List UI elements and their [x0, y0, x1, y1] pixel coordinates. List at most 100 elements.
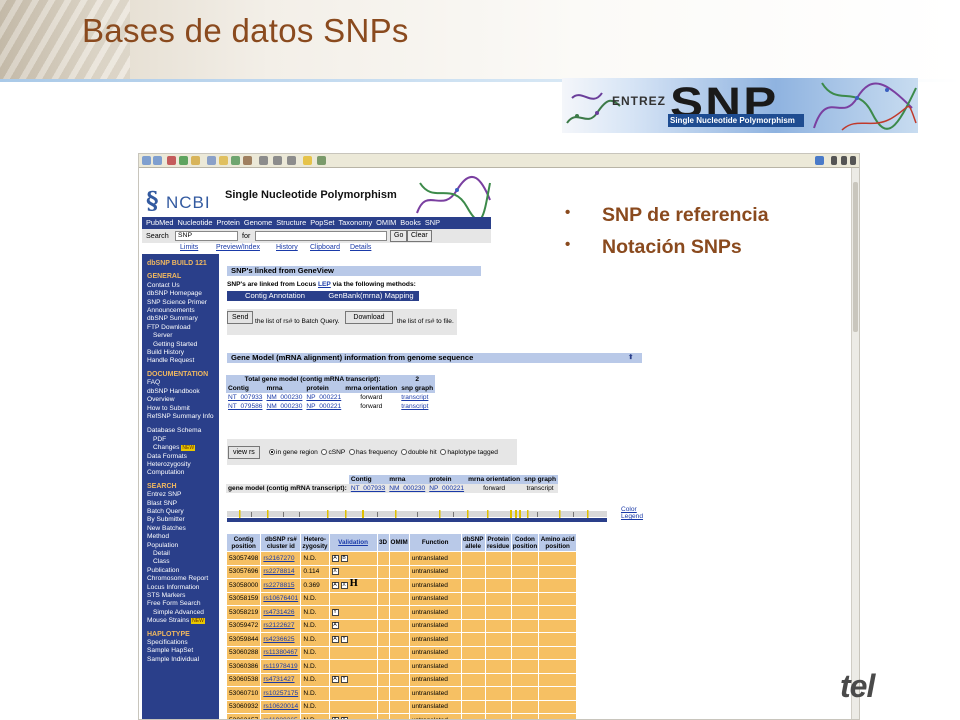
validation-icon[interactable]: X [340, 581, 348, 589]
radio-double-hit[interactable] [401, 449, 408, 456]
refresh-icon[interactable] [179, 156, 188, 165]
sidebar-item[interactable]: Handle Request [142, 357, 219, 365]
mrna-link[interactable]: NM_000230 [387, 484, 427, 493]
rs-link[interactable]: rs4236625 [260, 632, 302, 647]
validation-icon[interactable]: Y [331, 608, 339, 616]
sidebar-item[interactable]: Changes NEW [142, 444, 219, 452]
sidebar-item[interactable]: Blast SNP [142, 500, 219, 508]
folder-icon[interactable] [303, 156, 312, 165]
sidebar-item[interactable]: Mouse Strains NEW [142, 617, 219, 625]
radio-in-gene-region[interactable] [269, 449, 275, 456]
validation-icon[interactable]: A [331, 581, 339, 589]
sidebar-item[interactable]: Getting Started [142, 341, 219, 349]
view-rs-button[interactable]: view rs [228, 446, 260, 459]
validation-icon[interactable]: H [350, 579, 359, 589]
validation-icon[interactable]: A [331, 676, 339, 684]
protein-link[interactable]: NP_000221 [304, 393, 343, 402]
edit-icon[interactable] [287, 156, 296, 165]
sidebar-item[interactable]: Method [142, 533, 219, 541]
contig-link[interactable]: NT_007933 [226, 393, 264, 402]
up-arrow-icon[interactable]: ⬆ [628, 353, 634, 361]
rs-link[interactable]: rs10620014 [260, 699, 302, 714]
sidebar-item[interactable]: Database Schema [142, 427, 219, 435]
ncbi-logo[interactable]: § NCBI [140, 184, 220, 216]
validation-icon[interactable]: Y [340, 716, 348, 719]
back-icon[interactable] [142, 156, 151, 165]
sidebar-item[interactable]: Sample Individual [142, 656, 219, 664]
rs-link[interactable]: rs4731426 [260, 605, 302, 620]
sidebar-item[interactable]: Build History [142, 349, 219, 357]
nav-nucleotide[interactable]: Nucleotide [178, 217, 213, 229]
validation-icon[interactable]: X [331, 568, 339, 576]
mail-icon[interactable] [259, 156, 268, 165]
nav-snp[interactable]: SNP [425, 217, 440, 229]
sidebar-item[interactable]: Server [142, 332, 219, 340]
sidebar-item[interactable]: Detail [142, 550, 219, 558]
protein-link[interactable]: NP_000221 [427, 484, 466, 493]
sidebar-item[interactable]: dbSNP Summary [142, 315, 219, 323]
print-icon[interactable] [273, 156, 282, 165]
sidebar-item[interactable]: Entrez SNP [142, 491, 219, 499]
rs-link[interactable]: rs2278814 [260, 564, 302, 579]
nav-popset[interactable]: PopSet [310, 217, 334, 229]
rs-link[interactable]: rs2278815 [260, 578, 302, 593]
sidebar-item[interactable]: Specifications [142, 639, 219, 647]
color-legend-link[interactable]: Color Legend [621, 506, 643, 520]
rs-link[interactable]: rs11380467 [260, 645, 302, 660]
send-button[interactable]: Send [227, 311, 254, 324]
close-icon[interactable] [850, 156, 856, 165]
nav-omim[interactable]: OMIM [376, 217, 396, 229]
search-input[interactable] [255, 231, 387, 241]
col-validation[interactable]: Validation [328, 533, 378, 552]
validation-icon[interactable]: A [331, 554, 339, 562]
radio-has-frequency[interactable] [349, 449, 355, 456]
rs-link[interactable]: rs4731427 [260, 672, 302, 687]
sidebar-item[interactable]: FAQ [142, 379, 219, 387]
media-icon[interactable] [231, 156, 240, 165]
stop-icon[interactable] [167, 156, 176, 165]
sidebar-item[interactable]: Publication [142, 567, 219, 575]
nav-genome[interactable]: Genome [244, 217, 272, 229]
favorites-icon[interactable] [219, 156, 228, 165]
home-icon[interactable] [191, 156, 200, 165]
rs-link[interactable]: rs2122627 [260, 618, 302, 633]
rs-link[interactable]: rs11978419 [260, 659, 302, 674]
minimize-icon[interactable] [831, 156, 837, 165]
radio-haplotype-tagged[interactable] [440, 449, 447, 456]
validation-icon[interactable]: A [331, 716, 339, 719]
sidebar-item[interactable]: Heterozygosity [142, 461, 219, 469]
sidebar-item[interactable]: RefSNP Summary Info [142, 413, 219, 421]
go-button[interactable]: Go [390, 230, 408, 242]
sidebar-item[interactable]: Locus Information [142, 584, 219, 592]
messenger-icon[interactable] [317, 156, 326, 165]
sidebar-item[interactable]: Overview [142, 396, 219, 404]
sidebar-item[interactable]: Batch Query [142, 508, 219, 516]
database-select[interactable]: SNP [175, 231, 238, 241]
sidebar-item[interactable]: SNP Science Primer [142, 299, 219, 307]
sidebar-item[interactable]: Data Formats [142, 453, 219, 461]
scrollbar-thumb[interactable] [853, 182, 858, 332]
sidebar-item[interactable]: Sample HapSet [142, 647, 219, 655]
snp-track-graph[interactable] [227, 508, 607, 524]
mrna-link[interactable]: NM_000230 [264, 402, 304, 411]
link-preview-index[interactable]: Preview/Index [216, 244, 260, 251]
sidebar-item[interactable]: STS Markers [142, 592, 219, 600]
validation-icon[interactable]: Y [340, 676, 348, 684]
contig-link[interactable]: NT_079586 [226, 402, 264, 411]
clear-button[interactable]: Clear [407, 230, 432, 242]
download-button[interactable]: Download [345, 311, 393, 324]
sidebar-item[interactable]: PDF [142, 436, 219, 444]
rs-link[interactable]: rs10257175 [260, 686, 302, 701]
sidebar-item[interactable]: New Batches [142, 525, 219, 533]
rs-link[interactable]: rs2167270 [260, 551, 302, 566]
validation-icon[interactable]: A [331, 635, 339, 643]
protein-link[interactable]: NP_000221 [304, 402, 343, 411]
locus-link[interactable]: LEP [318, 281, 331, 288]
restore-icon[interactable] [841, 156, 847, 165]
rs-link[interactable]: rs10676401 [260, 591, 302, 606]
sidebar-item[interactable]: Announcements [142, 307, 219, 315]
contig-annotation-link[interactable]: Contig Annotation [227, 291, 323, 301]
sidebar-item[interactable]: Contact Us [142, 282, 219, 290]
sidebar-item[interactable]: FTP Download [142, 324, 219, 332]
sidebar-item[interactable]: Free Form Search [142, 600, 219, 608]
